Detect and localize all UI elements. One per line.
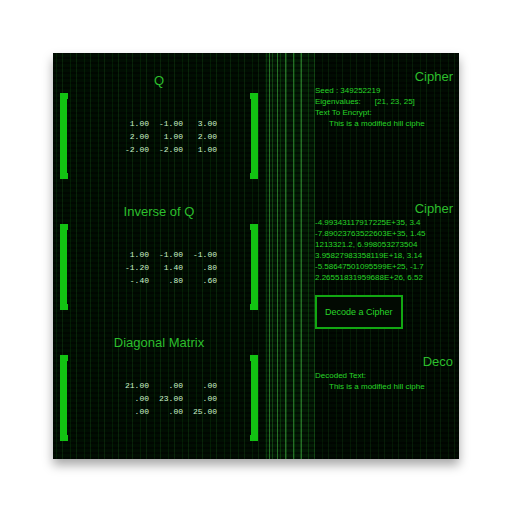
panel-title: Cipher (415, 201, 459, 217)
matrix-cell: .00 (183, 394, 217, 403)
matrix-panel: Diagonal Matrix21.00.00.00.0023.00.00.00… (53, 315, 265, 446)
matrix-cell: .80 (149, 276, 183, 285)
cipher-line: 1213321.2, 6.998053273504 (315, 239, 459, 250)
left-bracket-icon (60, 224, 68, 310)
matrix-panel: Inverse of Q1.00-1.00-1.00-1.201.40.80-.… (53, 184, 265, 315)
matrix-body: 1.00-1.003.002.001.002.00-2.00-2.001.00 (53, 89, 265, 179)
cipher-output-panel: Cipher-4.99343117917225E+35, 3.4-7.89023… (315, 193, 459, 348)
cipher-input-panel: CipherSeed : 349252219Eigenvalues: [21, 2… (315, 53, 459, 193)
matrix-grid: 1.00-1.003.002.001.002.00-2.00-2.001.00 (68, 119, 250, 154)
plain-text: This is a modified hill ciphe (315, 118, 459, 129)
matrix-cell: -1.00 (149, 119, 183, 128)
matrix-cell: -1.20 (115, 263, 149, 272)
matrix-cell: .00 (115, 407, 149, 416)
matrix-title: Q (53, 73, 265, 89)
panel-title: Cipher (415, 69, 459, 85)
matrix-body: 21.00.00.00.0023.00.00.00.0025.00 (53, 351, 265, 441)
left-bracket-icon (60, 355, 68, 441)
matrix-cell: .00 (149, 407, 183, 416)
matrix-cell: 1.00 (115, 250, 149, 259)
cipher-line: 3.95827983358119E+18, 3.14 (315, 250, 459, 261)
matrix-title: Diagonal Matrix (53, 335, 265, 351)
eigen-label: Eigenvalues: (315, 96, 361, 107)
decoded-label: Decoded Text: (315, 370, 459, 381)
right-bracket-icon (250, 93, 258, 179)
cipher-column: CipherSeed : 349252219Eigenvalues:[21, 2… (305, 53, 459, 459)
matrix-rain (265, 53, 305, 459)
matrix-cell: 3.00 (183, 119, 217, 128)
app-window: Q1.00-1.003.002.001.002.00-2.00-2.001.00… (53, 53, 459, 459)
matrix-cell: -1.00 (149, 250, 183, 259)
matrix-grid: 1.00-1.00-1.00-1.201.40.80-.40.80.60 (68, 250, 250, 285)
matrix-column: Q1.00-1.003.002.001.002.00-2.00-2.001.00… (53, 53, 265, 459)
eigen-values: [21, 23, 25] (375, 96, 415, 107)
right-bracket-icon (250, 355, 258, 441)
text-label: Text To Encrypt: (315, 107, 459, 118)
matrix-title: Inverse of Q (53, 204, 265, 220)
matrix-cell: 1.00 (149, 132, 183, 141)
cipher-line: 2.26551831959688E+26, 6.52 (315, 272, 459, 283)
matrix-grid: 21.00.00.00.0023.00.00.00.0025.00 (68, 381, 250, 416)
matrix-cell: -.40 (115, 276, 149, 285)
cipher-line: -4.99343117917225E+35, 3.4 (315, 217, 459, 228)
right-bracket-icon (250, 224, 258, 310)
matrix-cell: 23.00 (149, 394, 183, 403)
matrix-cell: -2.00 (115, 145, 149, 154)
matrix-cell: .00 (183, 381, 217, 390)
matrix-cell: 1.00 (115, 119, 149, 128)
left-bracket-icon (60, 93, 68, 179)
matrix-panel: Q1.00-1.003.002.001.002.00-2.00-2.001.00 (53, 53, 265, 184)
matrix-cell: .80 (183, 263, 217, 272)
matrix-cell: 1.00 (183, 145, 217, 154)
matrix-cell: .60 (183, 276, 217, 285)
decoded-panel: DecoDecoded Text:This is a modified hill… (315, 348, 459, 459)
panel-title: Deco (423, 354, 459, 370)
matrix-cell: -2.00 (149, 145, 183, 154)
matrix-cell: 2.00 (115, 132, 149, 141)
matrix-cell: .00 (115, 394, 149, 403)
matrix-cell: -1.00 (183, 250, 217, 259)
matrix-cell: 21.00 (115, 381, 149, 390)
matrix-cell: 25.00 (183, 407, 217, 416)
cipher-line: -7.89023763522603E+35, 1.45 (315, 228, 459, 239)
matrix-cell: 1.40 (149, 263, 183, 272)
cipher-line: -5.58647501095599E+25, -1.7 (315, 261, 459, 272)
matrix-cell: 2.00 (183, 132, 217, 141)
decoded-text: This is a modified hill ciphe (315, 381, 459, 392)
eigenvalues-row: Eigenvalues: [21, 23, 25] (315, 96, 459, 107)
seed-text: Seed : 349252219 (315, 85, 459, 96)
matrix-cell: .00 (149, 381, 183, 390)
matrix-body: 1.00-1.00-1.00-1.201.40.80-.40.80.60 (53, 220, 265, 310)
decode-button[interactable]: Decode a Cipher (315, 295, 403, 329)
